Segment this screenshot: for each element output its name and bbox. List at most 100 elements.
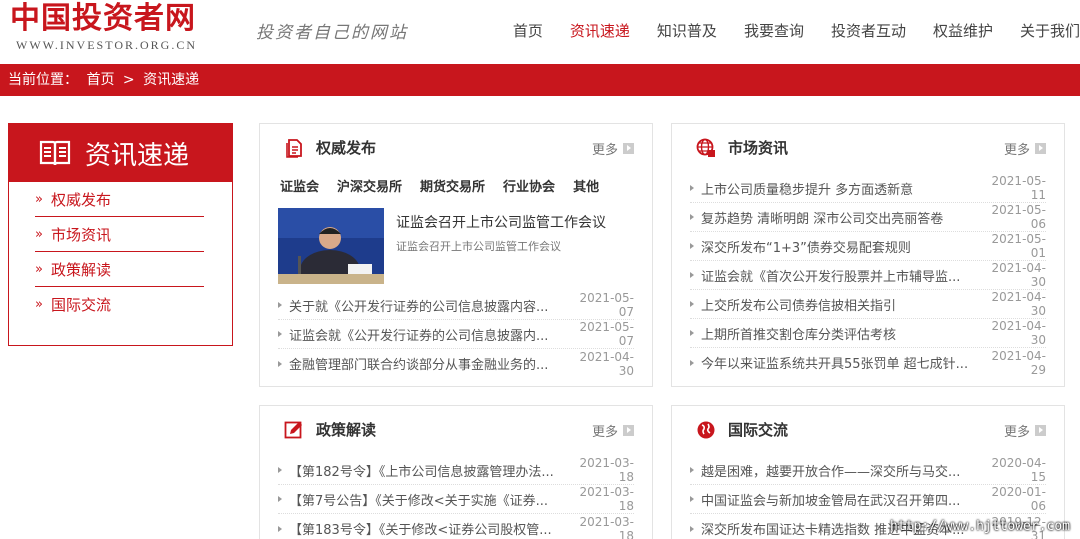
panel-header: 国际交流 xyxy=(696,419,788,440)
nav-interaction[interactable]: 投资者互动 xyxy=(831,20,906,41)
double-chevron-icon: » xyxy=(35,261,43,277)
list-item[interactable]: 今年以来证监系统共开具55张罚单 超七成针... 2021-04-29 xyxy=(690,348,1046,377)
news-title[interactable]: 上交所发布公司债券信披相关指引 xyxy=(701,295,972,314)
nav-news[interactable]: 资讯速递 xyxy=(570,20,630,41)
main-nav: 首页 资讯速递 知识普及 我要查询 投资者互动 权益维护 关于我们 xyxy=(486,20,1080,41)
list-item[interactable]: 越是困难，越要开放合作——深交所与马交... 2020-04-15 xyxy=(690,456,1046,485)
double-chevron-icon: » xyxy=(35,191,43,207)
more-link[interactable]: 更多 xyxy=(592,421,634,440)
bullet-icon xyxy=(690,185,694,191)
subtab-csrc[interactable]: 证监会 xyxy=(280,176,319,195)
panel-policy: 政策解读 更多 【第182号令】《上市公司信息披露管理办法... 2021-03-… xyxy=(259,405,653,539)
sidebar-item-policy[interactable]: » 政策解读 xyxy=(35,252,204,287)
featured-desc: 证监会召开上市公司监管工作会议 xyxy=(396,240,561,253)
more-link[interactable]: 更多 xyxy=(592,139,634,158)
site-logo[interactable]: 中国投资者网 xyxy=(10,0,196,38)
subtab-other[interactable]: 其他 xyxy=(573,176,599,195)
panel-header: 权威发布 xyxy=(284,137,376,158)
list-item[interactable]: 上期所首推交割仓库分类评估考核 2021-04-30 xyxy=(690,319,1046,348)
more-link[interactable]: 更多 xyxy=(1004,139,1046,158)
nav-home[interactable]: 首页 xyxy=(513,20,543,41)
globe-icon xyxy=(696,138,716,158)
sidebar-item-international[interactable]: » 国际交流 xyxy=(35,287,204,322)
list-item[interactable]: 证监会就《首次公开发行股票并上市辅导监... 2021-04-30 xyxy=(690,261,1046,290)
list-item[interactable]: 中国证监会与新加坡金管局在武汉召开第四... 2020-01-06 xyxy=(690,485,1046,514)
panel-header: 政策解读 xyxy=(284,419,376,440)
list-item[interactable]: 【第7号公告】《关于修改<关于实施《证券... 2021-03-18 xyxy=(278,485,634,514)
news-date: 2021-03-18 xyxy=(579,514,634,539)
nav-about[interactable]: 关于我们 xyxy=(1020,20,1080,41)
bullet-icon xyxy=(278,360,282,367)
list-item[interactable]: 上市公司质量稳步提升 多方面透新意 2021-05-11 xyxy=(690,174,1046,203)
subtabs: 证监会 沪深交易所 期货交易所 行业协会 其他 xyxy=(280,176,617,195)
breadcrumb-home[interactable]: 首页 xyxy=(86,72,114,88)
panel-header: 市场资讯 xyxy=(696,137,788,158)
news-title[interactable]: 证监会就《公开发行证券的公司信息披露内... xyxy=(289,325,560,344)
breadcrumb-label: 当前位置： xyxy=(8,72,78,88)
list-item[interactable]: 金融管理部门联合约谈部分从事金融业务的... 2021-04-30 xyxy=(278,349,634,378)
news-date: 2021-04-29 xyxy=(991,348,1046,377)
breadcrumb: 当前位置： 首页 > 资讯速递 xyxy=(0,64,1080,96)
featured-title[interactable]: 证监会召开上市公司监管工作会议 xyxy=(396,212,606,232)
more-label: 更多 xyxy=(591,143,618,158)
more-label: 更多 xyxy=(1003,143,1030,158)
subtab-exchanges[interactable]: 沪深交易所 xyxy=(337,176,402,195)
more-label: 更多 xyxy=(1003,425,1030,440)
arrow-right-icon xyxy=(623,143,634,154)
list-item[interactable]: 复苏趋势 清晰明朗 深市公司交出亮丽答卷 2021-05-06 xyxy=(690,203,1046,232)
list-item[interactable]: 证监会就《公开发行证券的公司信息披露内... 2021-05-07 xyxy=(278,320,634,349)
sidebar-item-label: 政策解读 xyxy=(50,260,111,279)
panel-title: 国际交流 xyxy=(728,421,789,439)
news-date: 2021-04-30 xyxy=(991,261,1046,289)
bullet-icon xyxy=(690,359,694,366)
sidebar-title: 资讯速递 xyxy=(85,140,190,171)
site-header: 中国投资者网 WWW.INVESTOR.ORG.CN 投资者自己的网站 首页 资… xyxy=(0,0,1080,64)
list-item[interactable]: 关于就《公开发行证券的公司信息披露内容... 2021-05-07 xyxy=(278,291,634,320)
sidebar-list: » 权威发布 » 市场资讯 » 政策解读 » 国际交流 xyxy=(9,182,232,322)
news-title[interactable]: 深交所发布“1+3”债券交易配套规则 xyxy=(701,237,972,256)
panel-market: 市场资讯 更多 上市公司质量稳步提升 多方面透新意 2021-05-11 复苏趋势… xyxy=(671,123,1065,387)
news-date: 2021-05-07 xyxy=(579,291,634,319)
subtab-futures[interactable]: 期货交易所 xyxy=(420,176,485,195)
news-title[interactable]: 【第7号公告】《关于修改<关于实施《证券... xyxy=(289,490,560,509)
subtab-associations[interactable]: 行业协会 xyxy=(503,176,555,195)
news-title[interactable]: 上市公司质量稳步提升 多方面透新意 xyxy=(701,179,972,198)
list-item[interactable]: 上交所发布公司债券信披相关指引 2021-04-30 xyxy=(690,290,1046,319)
bullet-icon xyxy=(278,302,282,308)
featured-image[interactable] xyxy=(278,208,384,284)
news-title[interactable]: 上期所首推交割仓库分类评估考核 xyxy=(701,324,972,343)
news-title[interactable]: 今年以来证监系统共开具55张罚单 超七成针... xyxy=(701,353,972,372)
bullet-icon xyxy=(690,496,694,502)
book-icon xyxy=(39,139,71,167)
news-title[interactable]: 证监会就《首次公开发行股票并上市辅导监... xyxy=(701,266,972,285)
more-link[interactable]: 更多 xyxy=(1004,421,1046,440)
nav-knowledge[interactable]: 知识普及 xyxy=(657,20,717,41)
news-title[interactable]: 关于就《公开发行证券的公司信息披露内容... xyxy=(289,296,560,315)
list-item[interactable]: 深交所发布“1+3”债券交易配套规则 2021-05-01 xyxy=(690,232,1046,261)
breadcrumb-current[interactable]: 资讯速递 xyxy=(143,72,199,88)
news-list: 关于就《公开发行证券的公司信息披露内容... 2021-05-07 证监会就《公开… xyxy=(278,291,634,378)
news-date: 2021-04-30 xyxy=(579,349,634,378)
list-item[interactable]: 【第183号令】《关于修改<证券公司股权管... 2021-03-18 xyxy=(278,514,634,539)
news-title[interactable]: 【第182号令】《上市公司信息披露管理办法... xyxy=(289,461,560,480)
news-title[interactable]: 中国证监会与新加坡金管局在武汉召开第四... xyxy=(701,490,972,509)
bullet-icon xyxy=(278,467,282,473)
site-slogan: 投资者自己的网站 xyxy=(256,23,408,43)
pencil-icon xyxy=(284,420,304,440)
bullet-icon xyxy=(690,301,694,307)
news-date: 2021-03-18 xyxy=(579,456,634,484)
news-date: 2020-01-06 xyxy=(991,485,1046,513)
panel-title: 政策解读 xyxy=(316,421,377,439)
nav-rights[interactable]: 权益维护 xyxy=(933,20,993,41)
list-item[interactable]: 【第182号令】《上市公司信息披露管理办法... 2021-03-18 xyxy=(278,456,634,485)
news-title[interactable]: 金融管理部门联合约谈部分从事金融业务的... xyxy=(289,354,560,373)
news-date: 2021-05-01 xyxy=(991,232,1046,260)
sidebar-item-market[interactable]: » 市场资讯 xyxy=(35,217,204,252)
news-title[interactable]: 【第183号令】《关于修改<证券公司股权管... xyxy=(289,519,560,538)
news-title[interactable]: 越是困难，越要开放合作——深交所与马交... xyxy=(701,461,972,480)
nav-query[interactable]: 我要查询 xyxy=(744,20,804,41)
news-title[interactable]: 复苏趋势 清晰明朗 深市公司交出亮丽答卷 xyxy=(701,208,972,227)
sidebar-item-authority[interactable]: » 权威发布 xyxy=(35,182,204,217)
bullet-icon xyxy=(278,525,282,532)
news-date: 2020-04-15 xyxy=(991,456,1046,484)
